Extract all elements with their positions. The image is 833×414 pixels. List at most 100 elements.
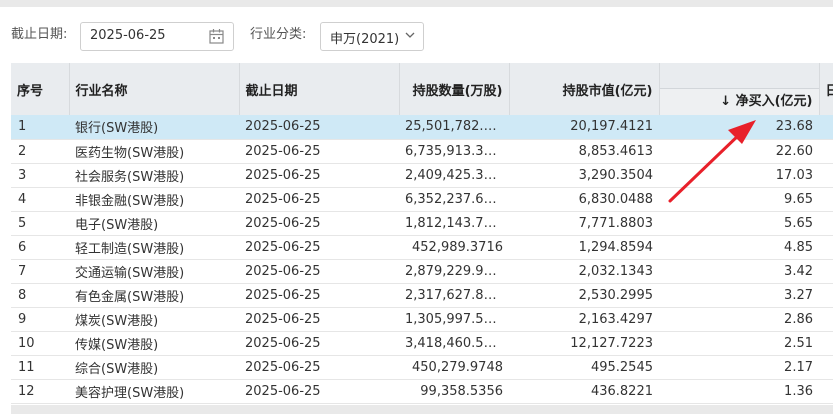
- cell-market-value: 2,530.2995: [509, 283, 659, 308]
- col-header-date[interactable]: 截止日期: [239, 63, 400, 115]
- cell-date: 2025-06-25: [239, 307, 399, 332]
- cell-extra: [819, 379, 833, 404]
- cell-net-buy: 22.60: [659, 139, 819, 164]
- cell-extra: [819, 211, 833, 236]
- cell-industry-name: 社会服务(SW港股): [69, 163, 239, 188]
- cell-market-value: 20,197.4121: [509, 115, 659, 140]
- cell-industry-name: 煤炭(SW港股): [69, 307, 239, 332]
- cell-holding-qty: 6,735,913.3778: [399, 139, 509, 164]
- cell-holding-qty: 2,879,229.9612: [399, 259, 509, 284]
- cell-index: 4: [11, 187, 69, 212]
- horizontal-scrollbar[interactable]: [11, 405, 833, 414]
- cell-date: 2025-06-25: [239, 187, 399, 212]
- cell-market-value: 2,032.1343: [509, 259, 659, 284]
- cell-index: 1: [11, 115, 69, 140]
- calendar-icon[interactable]: [209, 28, 224, 44]
- cell-net-buy: 1.36: [659, 379, 819, 404]
- cell-holding-qty: 1,305,997.5160: [399, 307, 509, 332]
- cell-market-value: 12,127.7223: [509, 331, 659, 356]
- cell-extra: [819, 163, 833, 188]
- table-row[interactable]: 3 社会服务(SW港股) 2025-06-25 2,409,425.3352 3,290…: [11, 163, 833, 188]
- cell-market-value: 6,830.0488: [509, 187, 659, 212]
- top-strip: [0, 0, 833, 7]
- cell-industry-name: 交通运输(SW港股): [69, 259, 239, 284]
- cell-holding-qty: 452,989.3716: [399, 235, 509, 260]
- date-picker[interactable]: 2025-06-25: [80, 22, 234, 51]
- table-row[interactable]: 9 煤炭(SW港股) 2025-06-25 1,305,997.5160 2,163.4…: [11, 307, 833, 332]
- cell-date: 2025-06-25: [239, 379, 399, 404]
- cell-industry-name: 电子(SW港股): [69, 211, 239, 236]
- cell-industry-name: 传媒(SW港股): [69, 331, 239, 356]
- date-value: 2025-06-25: [90, 28, 166, 43]
- table-row[interactable]: 8 有色金属(SW港股) 2025-06-25 2,317,627.8430 2,530…: [11, 283, 833, 308]
- cell-index: 5: [11, 211, 69, 236]
- table-row[interactable]: 7 交通运输(SW港股) 2025-06-25 2,879,229.9612 2,032…: [11, 259, 833, 284]
- cell-net-buy: 2.17: [659, 355, 819, 380]
- cell-extra: [819, 331, 833, 356]
- cell-market-value: 1,294.8594: [509, 235, 659, 260]
- cell-extra: [819, 259, 833, 284]
- cell-industry-name: 轻工制造(SW港股): [69, 235, 239, 260]
- filter-bar: 截止日期: 2025-06-25 行业分类: 申万(2021): [0, 7, 833, 63]
- col-header-qty[interactable]: 持股数量(万股): [399, 63, 510, 115]
- table-row[interactable]: 6 轻工制造(SW港股) 2025-06-25 452,989.3716 1,294.8…: [11, 235, 833, 260]
- cell-extra: [819, 187, 833, 212]
- cell-extra: [819, 307, 833, 332]
- cell-date: 2025-06-25: [239, 331, 399, 356]
- cell-net-buy: 9.65: [659, 187, 819, 212]
- cell-index: 12: [11, 379, 69, 404]
- cell-industry-name: 非银金融(SW港股): [69, 187, 239, 212]
- cell-index: 10: [11, 331, 69, 356]
- cell-net-buy: 5.65: [659, 211, 819, 236]
- col-header-mv[interactable]: 持股市值(亿元): [509, 63, 660, 115]
- industry-table: 序号 行业名称 截止日期 持股数量(万股) 持股市值(亿元) ↓ 净买入(亿元)…: [11, 63, 833, 404]
- cell-holding-qty: 6,352,237.6018: [399, 187, 509, 212]
- col-header-net-buy[interactable]: ↓ 净买入(亿元): [659, 63, 820, 115]
- cell-holding-qty: 450,279.9748: [399, 355, 509, 380]
- cell-extra: [819, 355, 833, 380]
- cell-extra: [819, 139, 833, 164]
- cell-extra: [819, 235, 833, 260]
- cell-index: 9: [11, 307, 69, 332]
- cell-net-buy: 23.68: [659, 115, 819, 140]
- cell-date: 2025-06-25: [239, 115, 399, 140]
- cell-index: 11: [11, 355, 69, 380]
- category-select[interactable]: 申万(2021): [320, 22, 424, 51]
- col-header-index[interactable]: 序号: [11, 63, 70, 115]
- table-row[interactable]: 5 电子(SW港股) 2025-06-25 1,812,143.7708 7,771.8…: [11, 211, 833, 236]
- chevron-down-icon: [405, 32, 415, 38]
- cell-market-value: 495.2545: [509, 355, 659, 380]
- cell-index: 6: [11, 235, 69, 260]
- category-value: 申万(2021): [330, 32, 400, 47]
- cell-industry-name: 银行(SW港股): [69, 115, 239, 140]
- table-row[interactable]: 10 传媒(SW港股) 2025-06-25 3,418,460.5432 12,127…: [11, 331, 833, 356]
- cell-net-buy: 3.27: [659, 283, 819, 308]
- cell-market-value: 3,290.3504: [509, 163, 659, 188]
- cell-holding-qty: 3,418,460.5432: [399, 331, 509, 356]
- cell-market-value: 8,853.4613: [509, 139, 659, 164]
- col-header-extra[interactable]: 日: [819, 63, 833, 115]
- cell-extra: [819, 283, 833, 308]
- cell-index: 7: [11, 259, 69, 284]
- sort-desc-label: ↓ 净买入(亿元): [659, 88, 818, 115]
- table-row[interactable]: 11 综合(SW港股) 2025-06-25 450,279.9748 495.2545…: [11, 355, 833, 380]
- cell-net-buy: 4.85: [659, 235, 819, 260]
- cell-market-value: 7,771.8803: [509, 211, 659, 236]
- cell-net-buy: 2.51: [659, 331, 819, 356]
- cell-holding-qty: 2,317,627.8430: [399, 283, 509, 308]
- cell-date: 2025-06-25: [239, 355, 399, 380]
- cell-industry-name: 综合(SW港股): [69, 355, 239, 380]
- col-header-name[interactable]: 行业名称: [69, 63, 240, 115]
- table-row[interactable]: 12 美容护理(SW港股) 2025-06-25 99,358.5356 436.822…: [11, 379, 833, 404]
- cell-extra: [819, 115, 833, 140]
- cell-index: 8: [11, 283, 69, 308]
- cell-date: 2025-06-25: [239, 211, 399, 236]
- table-header-row: 序号 行业名称 截止日期 持股数量(万股) 持股市值(亿元) ↓ 净买入(亿元)…: [11, 63, 833, 115]
- table-row[interactable]: 4 非银金融(SW港股) 2025-06-25 6,352,237.6018 6,830…: [11, 187, 833, 212]
- cell-date: 2025-06-25: [239, 283, 399, 308]
- date-label: 截止日期:: [11, 27, 68, 42]
- table-row[interactable]: 1 银行(SW港股) 2025-06-25 25,501,782.45... 20,19…: [11, 115, 833, 140]
- cell-holding-qty: 25,501,782.45...: [399, 115, 509, 140]
- cell-holding-qty: 2,409,425.3352: [399, 163, 509, 188]
- table-row[interactable]: 2 医药生物(SW港股) 2025-06-25 6,735,913.3778 8,853…: [11, 139, 833, 164]
